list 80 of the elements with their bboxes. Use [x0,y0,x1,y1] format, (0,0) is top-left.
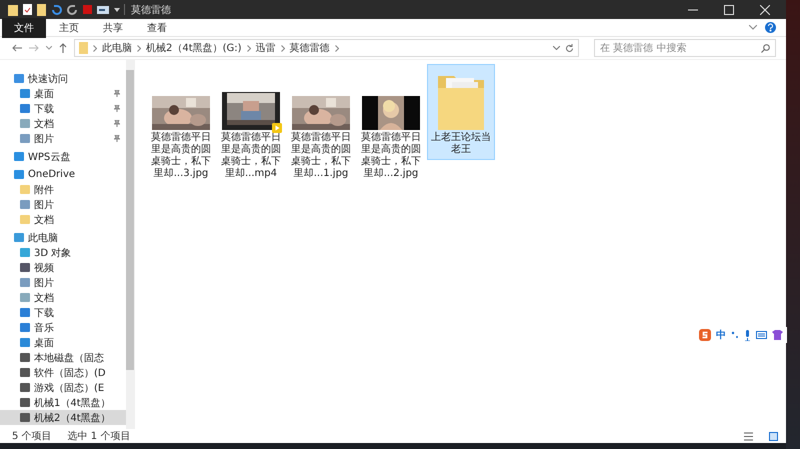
details-view-icon[interactable] [744,432,753,440]
large-icons-view-icon[interactable] [769,432,778,440]
chevron-icon[interactable] [280,44,285,52]
dropdown-icon[interactable] [114,8,120,12]
file-item[interactable]: 莫德雷德平日里是高贵的圆桌骑士，私下里却...1.jpg [287,64,355,184]
dropdown-icon[interactable] [553,46,560,50]
file-item[interactable]: 上老王论坛当老王 [427,64,495,160]
selection-count: 选中 1 个项目 [68,430,130,443]
sidebar-item[interactable]: 快速访问 [0,71,126,86]
pin-icon[interactable] [114,135,120,142]
sidebar-item[interactable]: 下载 [0,101,126,116]
file-name: 莫德雷德平日里是高贵的圆桌骑士，私下里却...2.jpg [360,132,422,180]
recent-dropdown-icon[interactable] [46,46,52,50]
folder-icon [79,42,88,54]
sidebar-item[interactable]: 软件（固态）(D [0,365,126,380]
close-icon[interactable] [760,4,770,14]
search-field[interactable]: 在 莫德雷德 中搜索 [594,39,776,57]
address-bar[interactable]: 此电脑 机械2（4t黑盘）(G:) 迅雷 莫德雷德 [74,39,579,57]
sidebar-item[interactable]: OneDrive [0,167,126,182]
chevron-icon[interactable] [334,44,339,52]
sidebar-item[interactable]: 游戏（固态）(E [0,380,126,395]
breadcrumb[interactable]: 机械2（4t黑盘）(G:) [146,41,242,55]
up-icon[interactable] [59,43,67,53]
chevron-icon[interactable] [93,44,97,52]
sidebar-item[interactable]: 桌面 [0,335,126,350]
properties-icon[interactable] [23,4,32,15]
sidebar-item[interactable]: 附件 [0,182,126,197]
file-name: 莫德雷德平日里是高贵的圆桌骑士，私下里却...1.jpg [290,132,352,180]
redo-icon[interactable] [67,4,78,15]
back-icon[interactable] [12,44,22,52]
sidebar-item[interactable]: 音乐 [0,320,126,335]
breadcrumb[interactable]: 此电脑 [102,41,132,55]
punctuation-icon[interactable] [731,331,739,339]
ribbon-tab[interactable]: 查看 [136,18,178,36]
item-count: 5 个项目 [12,430,52,443]
scrollbar[interactable] [126,60,134,429]
new-folder-icon[interactable] [37,4,46,16]
sidebar-item[interactable]: 图片 [0,197,126,212]
pin-icon[interactable] [114,105,120,112]
sidebar-item[interactable]: 图片 [0,131,126,146]
breadcrumb[interactable]: 莫德雷德 [290,41,330,55]
window-title: 莫德雷德 [131,4,171,16]
file-name: 莫德雷德平日里是高贵的圆桌骑士，私下里却...3.jpg [150,132,212,180]
sidebar-item[interactable]: 视频 [0,260,126,275]
shirt-icon[interactable] [772,330,783,340]
search-icon [761,44,770,53]
chevron-icon[interactable] [246,44,251,52]
maximize-icon[interactable] [724,4,734,14]
sidebar-item[interactable]: 桌面 [0,86,126,101]
refresh-icon[interactable] [565,44,574,52]
sidebar-item[interactable]: 本地磁盘（固态 [0,350,126,365]
undo-icon[interactable] [51,4,62,15]
expand-ribbon-icon[interactable] [749,25,757,30]
sidebar-item[interactable]: 机械1（4t黑盘） [0,395,126,410]
chevron-icon[interactable] [137,44,141,52]
sidebar-item[interactable]: 文档 [0,212,126,227]
sidebar-item[interactable]: 机械2（4t黑盘） [0,410,126,425]
sidebar-item[interactable]: 下载 [0,305,126,320]
sidebar-item[interactable]: 此电脑 [0,230,126,245]
sidebar-item[interactable]: WPS云盘 [0,149,126,164]
breadcrumb[interactable]: 迅雷 [256,41,276,55]
rename-icon[interactable] [97,6,109,14]
pin-icon[interactable] [114,120,120,127]
help-icon[interactable] [765,22,776,33]
keyboard-icon[interactable] [756,331,767,339]
sidebar-item[interactable]: 文档 [0,116,126,131]
file-item[interactable]: 莫德雷德平日里是高贵的圆桌骑士，私下里却...2.jpg [357,64,425,184]
sidebar-item[interactable]: 3D 对象 [0,245,126,260]
ribbon-tab[interactable]: 共享 [92,18,134,36]
pin-icon[interactable] [114,90,120,97]
sidebar-item[interactable]: 文档 [0,290,126,305]
microphone-icon[interactable] [744,330,751,340]
input-mode-toggle[interactable]: 中 [716,328,726,342]
folder-icon[interactable] [8,4,18,16]
file-item[interactable]: 莫德雷德平日里是高贵的圆桌骑士，私下里却...3.jpg [147,64,215,184]
video-badge-icon [272,123,282,133]
input-method-logo-icon[interactable] [699,329,711,341]
ribbon-tab[interactable]: 主页 [48,18,90,36]
file-name: 上老王论坛当老王 [430,132,492,156]
sidebar-item[interactable]: 图片 [0,275,126,290]
